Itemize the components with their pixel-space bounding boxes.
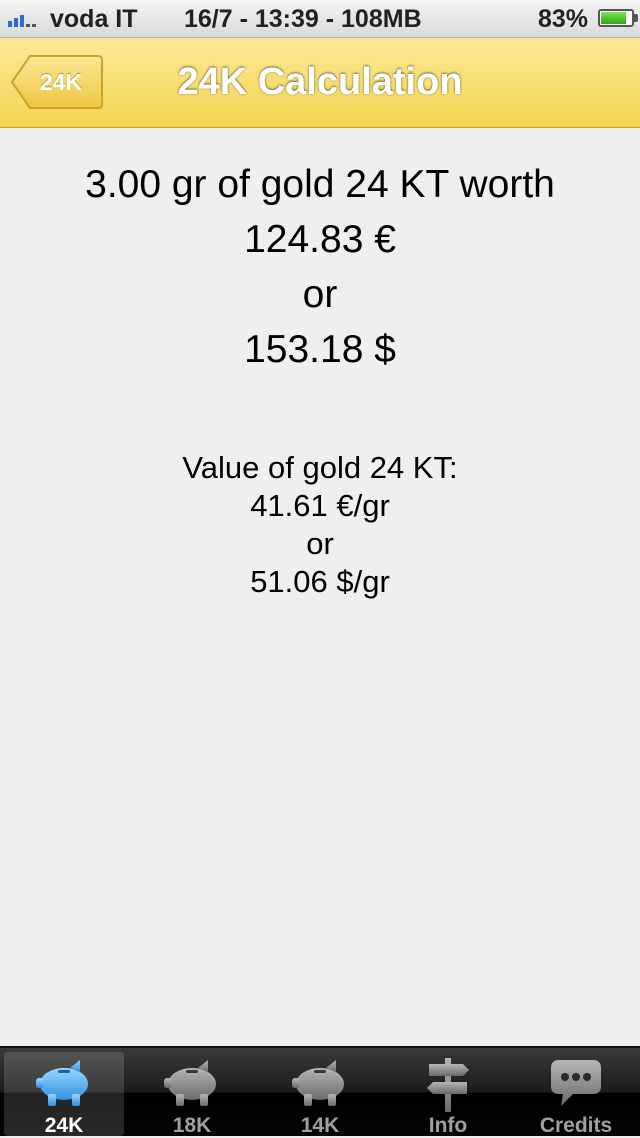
tab-label: Info [428, 1114, 468, 1137]
rate-euro-per-gram: 41.61 €/gr [250, 488, 390, 523]
tab-label: 18K [172, 1114, 212, 1137]
battery-icon [598, 9, 638, 27]
tab-label: 14K [300, 1114, 340, 1137]
tab-24k[interactable]: 24K [4, 1052, 124, 1137]
result-or: or [302, 273, 338, 316]
rate-heading: Value of gold 24 KT: [182, 450, 458, 485]
tab-info[interactable]: Info [384, 1048, 512, 1137]
signpost-icon [427, 1058, 469, 1112]
rate-or: or [306, 526, 334, 561]
speech-bubble-icon [551, 1060, 601, 1106]
result-description: 3.00 gr of gold 24 KT worth [85, 163, 555, 206]
tab-credits[interactable]: Credits [512, 1048, 640, 1137]
rate-dollar-per-gram: 51.06 $/gr [250, 564, 390, 599]
navigation-bar: 24K 24K Calculation [0, 38, 640, 128]
status-date-time-memory: 16/7 - 13:39 - 108MB [184, 5, 422, 33]
back-button[interactable]: 24K [10, 54, 104, 110]
tab-label: Credits [539, 1114, 613, 1137]
result-euro-value: 124.83 € [244, 218, 396, 261]
piggy-bank-icon [164, 1060, 216, 1106]
battery-percent: 83% [537, 5, 588, 33]
calculation-result: 3.00 gr of gold 24 KT worth 124.83 € or … [0, 157, 640, 377]
main-content: 3.00 gr of gold 24 KT worth 124.83 € or … [0, 128, 640, 1046]
tab-14k[interactable]: 14K [256, 1048, 384, 1137]
status-bar: voda IT 16/7 - 13:39 - 108MB 83% [0, 0, 640, 38]
result-dollar-value: 153.18 $ [244, 328, 396, 371]
back-button-label: 24K [39, 69, 83, 95]
tab-label: 24K [44, 1114, 84, 1137]
page-title: 24K Calculation [177, 61, 463, 103]
gold-rate: Value of gold 24 KT: 41.61 €/gr or 51.06… [0, 449, 640, 601]
tab-18k[interactable]: 18K [128, 1048, 256, 1137]
piggy-bank-icon [36, 1060, 88, 1106]
piggy-bank-icon [292, 1060, 344, 1106]
tab-bar: 24K 18K 14K Info Credits [0, 1046, 640, 1137]
signal-strength-icon [8, 11, 36, 27]
carrier-name: voda IT [50, 5, 138, 33]
